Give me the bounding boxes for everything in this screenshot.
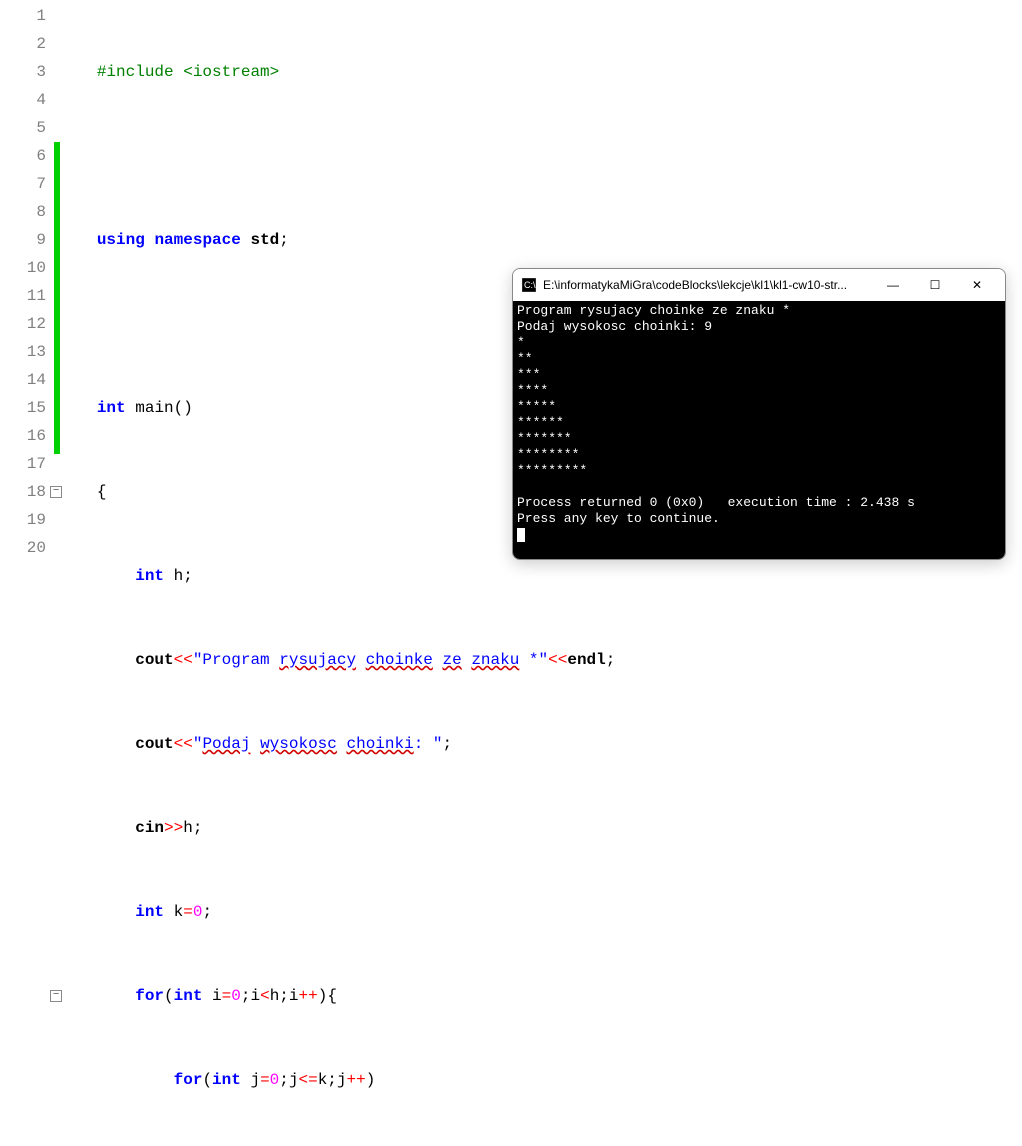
line-number: 4 xyxy=(0,86,46,114)
line-number: 1 xyxy=(0,2,46,30)
code-line: using namespace std; xyxy=(68,226,1022,254)
code-line: − for(int i=0;i<h;i++){ xyxy=(68,982,1022,1010)
line-number: 16 xyxy=(0,422,46,450)
window-controls: — ☐ ✕ xyxy=(873,271,997,299)
line-number: 7 xyxy=(0,170,46,198)
code-line xyxy=(68,142,1022,170)
line-number-gutter: 1 2 3 4 5 6 7 8 9 10 11 12 13 14 15 16 1… xyxy=(0,0,54,573)
line-number: 19 xyxy=(0,506,46,534)
code-line: for(int j=0;j<=k;j++) xyxy=(68,1066,1022,1094)
console-window: C:\ E:\informatykaMiGra\codeBlocks\lekcj… xyxy=(512,268,1006,560)
console-icon: C:\ xyxy=(521,277,537,293)
line-number: 15 xyxy=(0,394,46,422)
fold-toggle-icon[interactable]: − xyxy=(50,990,62,1002)
minimize-button[interactable]: — xyxy=(873,271,913,299)
code-line: cout<<"Program rysujacy choinke ze znaku… xyxy=(68,646,1022,674)
line-number: 6 xyxy=(0,142,46,170)
console-cursor xyxy=(517,528,525,542)
change-indicator xyxy=(54,142,60,454)
fold-toggle-icon[interactable]: − xyxy=(50,486,62,498)
code-line: int h; xyxy=(68,562,1022,590)
line-number: 14 xyxy=(0,366,46,394)
line-number: 17 xyxy=(0,450,46,478)
line-number: 13 xyxy=(0,338,46,366)
code-line: #include <iostream> xyxy=(68,58,1022,86)
line-number: 5 xyxy=(0,114,46,142)
line-number: 10 xyxy=(0,254,46,282)
line-number: 2 xyxy=(0,30,46,58)
line-number: 18 xyxy=(0,478,46,506)
maximize-button[interactable]: ☐ xyxy=(915,271,955,299)
line-number: 9 xyxy=(0,226,46,254)
line-number: 3 xyxy=(0,58,46,86)
line-number: 12 xyxy=(0,310,46,338)
line-number: 8 xyxy=(0,198,46,226)
close-button[interactable]: ✕ xyxy=(957,271,997,299)
console-title: E:\informatykaMiGra\codeBlocks\lekcje\kl… xyxy=(543,278,873,292)
line-number: 20 xyxy=(0,534,46,562)
code-line: int k=0; xyxy=(68,898,1022,926)
svg-text:C:\: C:\ xyxy=(524,280,536,290)
console-output[interactable]: Program rysujacy choinke ze znaku * Poda… xyxy=(513,301,1005,559)
code-line: cout<<"Podaj wysokosc choinki: "; xyxy=(68,730,1022,758)
console-title-bar[interactable]: C:\ E:\informatykaMiGra\codeBlocks\lekcj… xyxy=(513,269,1005,301)
code-line: cin>>h; xyxy=(68,814,1022,842)
line-number: 11 xyxy=(0,282,46,310)
